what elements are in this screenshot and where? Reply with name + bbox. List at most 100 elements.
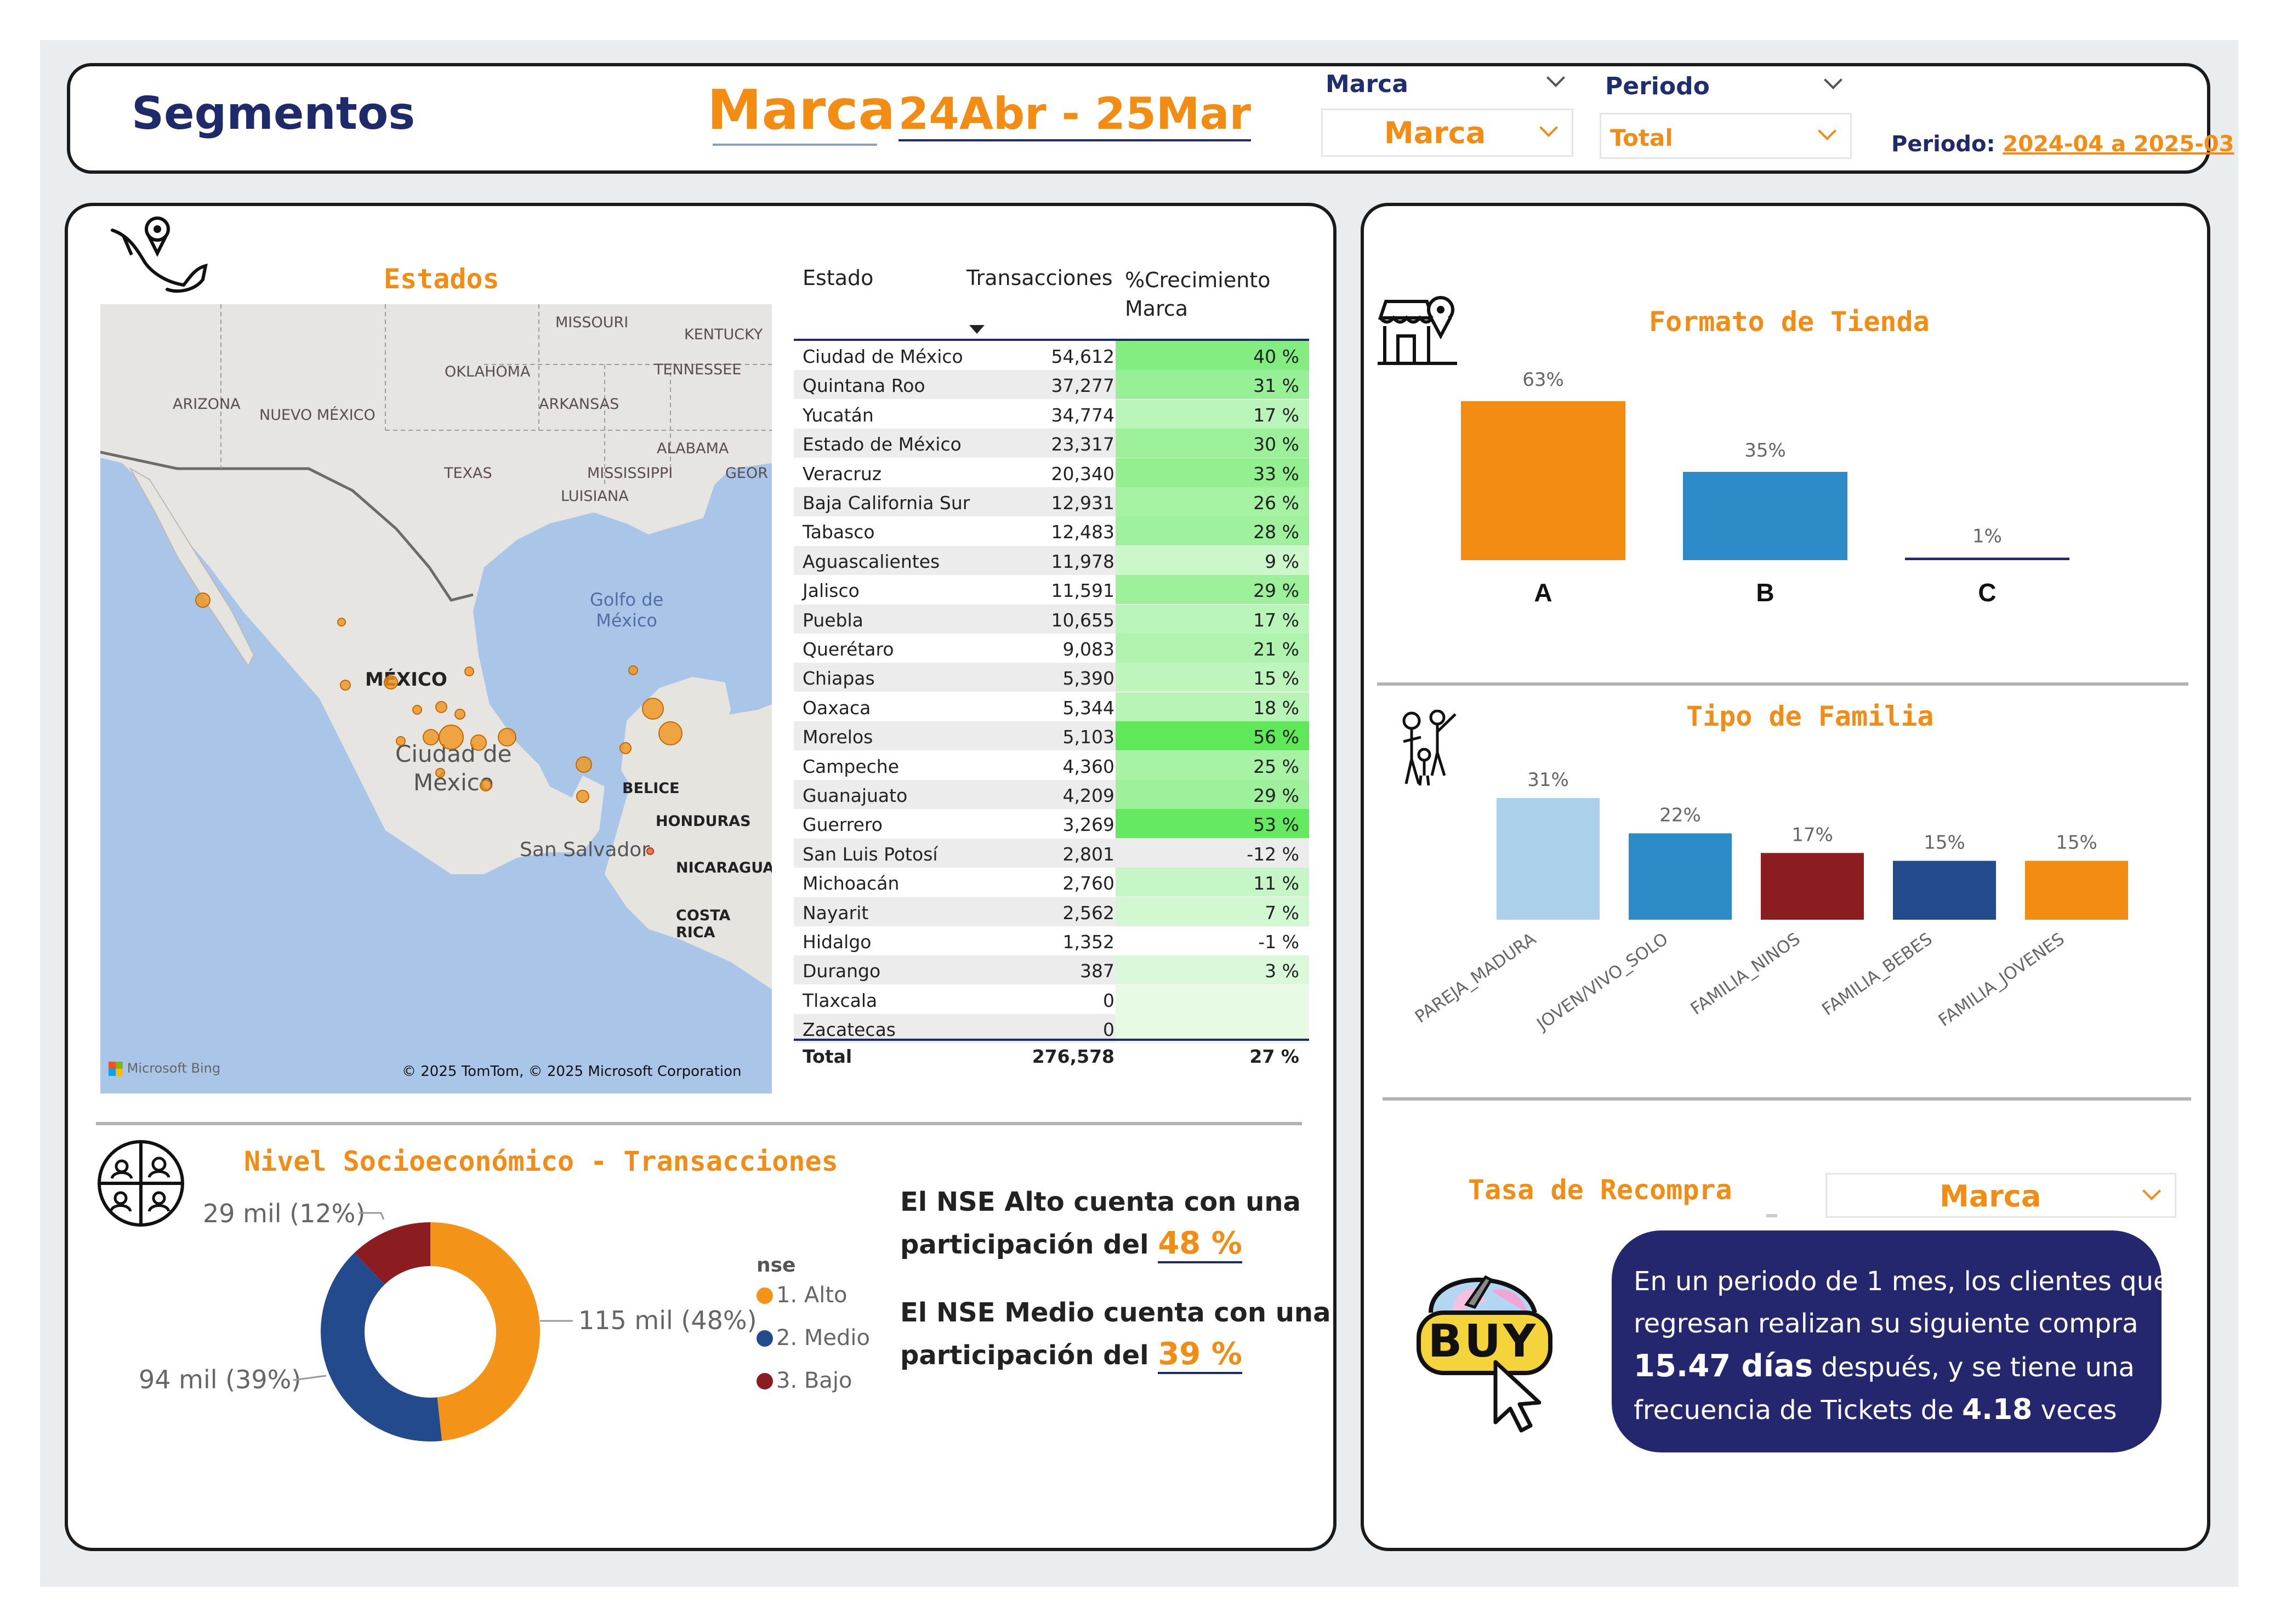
cell-estado: Campeche xyxy=(803,755,900,777)
legend-item[interactable]: 2. Medio xyxy=(757,1325,870,1351)
recompra-slicer-dropdown[interactable]: Marca xyxy=(1825,1173,2176,1218)
cell-crecimiento: 18 % xyxy=(1253,697,1299,719)
cell-estado: Ciudad de México xyxy=(803,346,963,367)
familia-title: Tipo de Familia xyxy=(1686,700,1934,732)
table-row[interactable]: Quintana Roo 37,277 31 % xyxy=(794,370,1309,400)
buy-icon: BUY xyxy=(1414,1247,1568,1433)
cell-transacciones: 4,360 xyxy=(1062,755,1114,777)
cell-transacciones: 4,209 xyxy=(1062,785,1114,806)
cell-estado: Aguascalientes xyxy=(803,550,940,572)
recompra-dash xyxy=(1766,1214,1777,1217)
bar-familia_ninos[interactable] xyxy=(1761,853,1864,920)
recompra-msg-5: veces xyxy=(2032,1395,2117,1426)
chevron-down-icon xyxy=(1539,118,1558,137)
cell-crecimiento: 7 % xyxy=(1265,902,1299,924)
slicer-marca-dropdown[interactable]: Marca xyxy=(1321,109,1573,157)
recompra-message-card: En un periodo de 1 mes, los clientes que… xyxy=(1612,1230,2170,1452)
cell-crecimiento: 15 % xyxy=(1253,668,1299,690)
cell-crecimiento: 26 % xyxy=(1253,492,1299,514)
table-row[interactable]: Aguascalientes 11,978 9 % xyxy=(794,545,1309,575)
table-row[interactable]: Tlaxcala 0 xyxy=(794,984,1309,1014)
cell-transacciones: 2,801 xyxy=(1062,843,1114,865)
cell-transacciones: 3,269 xyxy=(1062,814,1114,836)
cell-transacciones: 12,483 xyxy=(1051,521,1114,543)
cell-crecimiento: 28 % xyxy=(1253,521,1299,543)
nse-text1-line2: participación del 48 % xyxy=(900,1223,1330,1266)
recompra-times: 4.18 xyxy=(1962,1393,2033,1426)
col-header-estado[interactable]: Estado xyxy=(803,266,873,290)
slicer-periodo-label: Periodo xyxy=(1605,72,1710,100)
table-body: Ciudad de México 54,612 40 % Quintana Roo 37… xyxy=(794,341,1309,1044)
cell-transacciones: 5,103 xyxy=(1062,726,1114,748)
chevron-down-icon xyxy=(1818,122,1836,140)
nse-text2-b: participación del xyxy=(900,1340,1149,1371)
recompra-slicer-value: Marca xyxy=(1940,1179,2041,1213)
col-header-crecimiento[interactable]: %Crecimiento Marca xyxy=(1125,266,1270,323)
bubble xyxy=(646,847,654,855)
familia-bar-chart[interactable]: 31% PAREJA_MADURA 22% JOVEN/VIVO_SOLO 17% FAM… xyxy=(1392,751,2193,1058)
recompra-title: Tasa de Recompra xyxy=(1468,1174,1732,1206)
legend-item[interactable]: 3. Bajo xyxy=(757,1368,852,1393)
table-row[interactable]: Morelos 5,103 56 % xyxy=(794,721,1309,751)
table-row[interactable]: Oaxaca 5,344 18 % xyxy=(794,692,1309,721)
bar-A[interactable] xyxy=(1461,401,1625,560)
cell-estado: Veracruz xyxy=(803,463,882,485)
cell-estado: Tabasco xyxy=(803,521,875,543)
bar-familia_bebes[interactable] xyxy=(1893,861,1996,920)
cell-estado: Nayarit xyxy=(803,902,869,924)
total-trans: 276,578 xyxy=(1032,1046,1114,1067)
col-header-transacciones[interactable]: Transacciones xyxy=(966,266,1113,290)
bar-category-label: JOVEN/VIVO_SOLO xyxy=(1532,929,1671,1035)
bubble xyxy=(658,721,682,745)
table-row[interactable]: Michoacán 2,760 11 % xyxy=(794,868,1309,897)
table-row[interactable]: Tabasco 12,483 28 % xyxy=(794,516,1309,546)
cell-transacciones: 20,340 xyxy=(1051,463,1114,485)
table-row[interactable]: Nayarit 2,562 7 % xyxy=(794,897,1309,926)
total-pct: 27 % xyxy=(1249,1046,1299,1067)
cell-estado: Zacatecas xyxy=(803,1019,896,1041)
legend-item[interactable]: 1. Alto xyxy=(757,1283,848,1308)
cell-estado: Hidalgo xyxy=(803,931,872,953)
cell-transacciones: 0 xyxy=(1103,989,1114,1011)
slicer-periodo-dropdown[interactable]: Total xyxy=(1600,113,1852,159)
recompra-msg-2: regresan realizan su siguiente compra xyxy=(1634,1308,2138,1339)
table-row[interactable]: Yucatán 34,774 17 % xyxy=(794,399,1309,429)
table-row[interactable]: San Luis Potosí 2,801 -12 % xyxy=(794,838,1309,868)
table-row[interactable]: Hidalgo 1,352 -1 % xyxy=(794,926,1309,955)
cell-transacciones: 1,352 xyxy=(1062,931,1114,953)
cell-estado: Chiapas xyxy=(803,668,875,690)
cell-transacciones: 9,083 xyxy=(1062,639,1114,660)
periodo-caption-row: Periodo: 2024-04 a 2025-03 xyxy=(1891,132,2234,157)
table-row[interactable]: Veracruz 20,340 33 % xyxy=(794,458,1309,487)
table-row[interactable]: Querétaro 9,083 21 % xyxy=(794,634,1309,663)
table-row[interactable]: Estado de México 23,317 30 % xyxy=(794,429,1309,458)
bar-value-label: 15% xyxy=(2056,832,2097,854)
table-row[interactable]: Durango 387 3 % xyxy=(794,955,1309,985)
bubble xyxy=(619,742,632,754)
cell-transacciones: 10,655 xyxy=(1051,609,1114,631)
bar-B[interactable] xyxy=(1683,471,1847,560)
table-row[interactable]: Guerrero 3,269 53 % xyxy=(794,809,1309,839)
growth-cell-bg xyxy=(1116,984,1309,1014)
cell-estado: Guanajuato xyxy=(803,785,908,806)
cell-transacciones: 37,277 xyxy=(1051,375,1114,397)
bar-category-label: C xyxy=(1978,578,1996,607)
estados-table: Estado Transacciones %Crecimiento Marca … xyxy=(794,266,1309,1077)
formato-bar-chart[interactable]: 63% A 35% B 1% C xyxy=(1436,356,2122,614)
table-row[interactable]: Jalisco 11,591 29 % xyxy=(794,575,1309,605)
bar-C[interactable] xyxy=(1905,557,2069,560)
bar-value-label: 31% xyxy=(1527,769,1569,791)
table-row[interactable]: Ciudad de México 54,612 40 % xyxy=(794,341,1309,370)
table-row[interactable]: Campeche 4,360 25 % xyxy=(794,750,1309,780)
cell-estado: Guerrero xyxy=(803,814,883,836)
periodo-value: 2024-04 a 2025-03 xyxy=(2003,132,2234,157)
table-row[interactable]: Chiapas 5,390 15 % xyxy=(794,663,1309,692)
bar-pareja_madura[interactable] xyxy=(1497,798,1600,920)
cell-transacciones: 5,344 xyxy=(1062,697,1114,719)
bar-familia_jovenes[interactable] xyxy=(2025,861,2128,920)
table-row[interactable]: Guanajuato 4,209 29 % xyxy=(794,780,1309,809)
table-row[interactable]: Puebla 10,655 17 % xyxy=(794,604,1309,634)
table-row[interactable]: Baja California Sur 12,931 26 % xyxy=(794,487,1309,516)
sort-desc-icon[interactable] xyxy=(969,325,985,334)
bar-joven/vivo_solo[interactable] xyxy=(1629,833,1732,920)
